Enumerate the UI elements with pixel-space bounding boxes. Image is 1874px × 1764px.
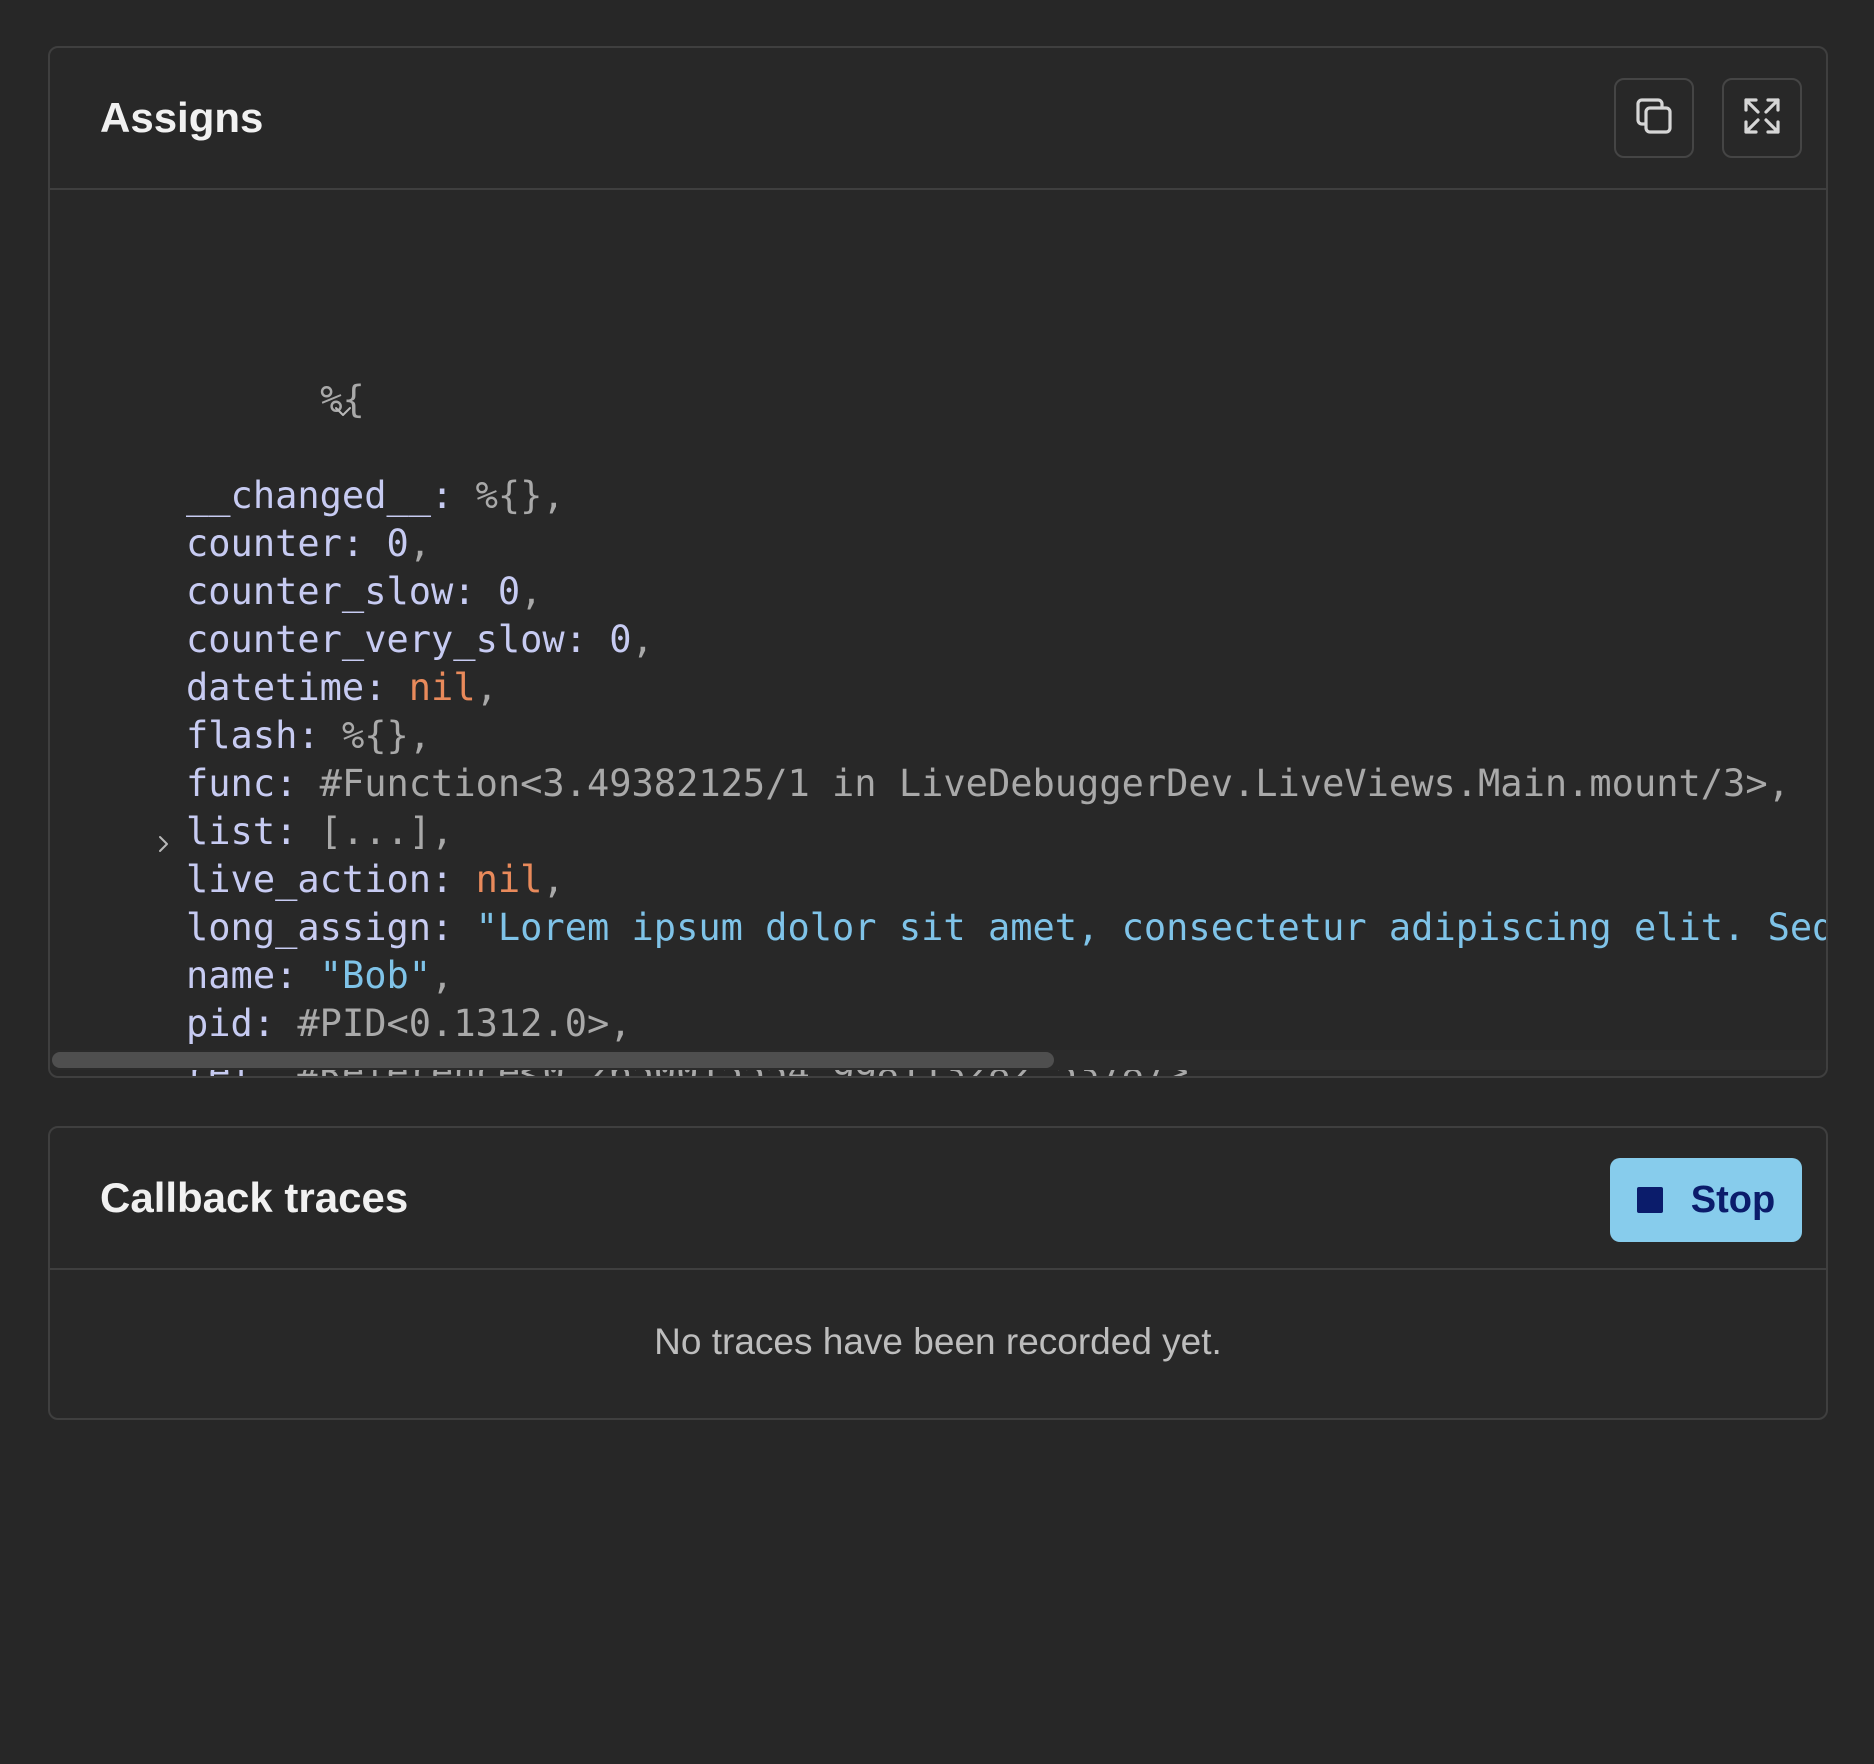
entry-key: name:: [186, 954, 298, 997]
entry-separator: ,: [1767, 762, 1790, 805]
stop-button-label: Stop: [1690, 1178, 1776, 1221]
entry-value: 0: [386, 522, 409, 565]
assigns-panel: Assigns %{__changed__: %{}, counter: 0,…: [48, 46, 1828, 1078]
entry-key: counter:: [186, 522, 365, 565]
code-entry-line: __changed__: %{},: [142, 472, 1826, 520]
entry-value: %{}: [341, 714, 409, 757]
entry-key: long_assign:: [186, 906, 454, 949]
assigns-title: Assigns: [100, 94, 264, 141]
fullscreen-button[interactable]: [1722, 78, 1802, 158]
entry-value: "Bob": [319, 954, 432, 997]
entry-separator: ,: [542, 474, 565, 517]
entry-separator: ,: [609, 1002, 632, 1045]
callback-traces-header: Callback traces Stop: [50, 1128, 1826, 1270]
entry-key: pid:: [186, 1002, 276, 1045]
expand-chevron-icon[interactable]: [152, 820, 176, 852]
entry-separator: ,: [431, 954, 454, 997]
copy-icon: [1630, 92, 1678, 145]
entry-key: live_action:: [186, 858, 454, 901]
code-entry-line: pid: #PID<0.1312.0>,: [142, 1000, 1826, 1048]
entry-separator: ,: [431, 810, 454, 853]
empty-traces-message: No traces have been recorded yet.: [654, 1321, 1222, 1362]
fullscreen-icon: [1738, 92, 1786, 145]
code-entry-line: counter: 0,: [142, 520, 1826, 568]
entry-key: list:: [186, 810, 298, 853]
entry-separator: ,: [631, 618, 654, 661]
code-entry-line: list: [...],: [142, 808, 1826, 856]
entry-key: counter_slow:: [186, 570, 476, 613]
entry-key: datetime:: [186, 666, 387, 709]
code-entry-line: counter_very_slow: 0,: [142, 616, 1826, 664]
entry-separator: ,: [475, 666, 498, 709]
entry-key: counter_very_slow:: [186, 618, 587, 661]
code-entry-line: flash: %{},: [142, 712, 1826, 760]
entry-value: nil: [408, 666, 476, 709]
code-entry-line: long_assign: "Lorem ipsum dolor sit amet…: [142, 904, 1828, 952]
code-entry-line: datetime: nil,: [142, 664, 1826, 712]
entry-key: flash:: [186, 714, 320, 757]
entry-separator: ,: [542, 858, 565, 901]
entry-key: func:: [186, 762, 298, 805]
code-entry-line: func: #Function<3.49382125/1 in LiveDebu…: [142, 760, 1826, 808]
assigns-code-area[interactable]: %{ __changed__: %{}, counter: 0, counter_s…: [50, 190, 1826, 1076]
entry-value: 0: [497, 570, 521, 613]
code-entry-line: live_action: nil,: [142, 856, 1826, 904]
entry-separator: ,: [408, 522, 432, 565]
entry-value: %{}: [475, 474, 543, 517]
entry-value: 0: [609, 618, 632, 661]
stop-button[interactable]: Stop: [1610, 1158, 1802, 1242]
entry-value: #Function<3.49382125/1 in LiveDebuggerDe…: [319, 762, 1768, 805]
entry-value: #PID<0.1312.0>: [297, 1002, 610, 1045]
entry-separator: ,: [520, 570, 543, 613]
code-entries: __changed__: %{}, counter: 0, counter_slow…: [142, 472, 1828, 1076]
code-entry-line: counter_slow: 0,: [142, 568, 1826, 616]
code-entry-line: name: "Bob",: [142, 952, 1826, 1000]
copy-button[interactable]: [1614, 78, 1694, 158]
assigns-header: Assigns: [50, 48, 1826, 190]
horizontal-scrollbar[interactable]: [50, 1050, 1826, 1070]
callback-traces-title: Callback traces: [100, 1174, 409, 1221]
collapse-chevron-icon[interactable]: [108, 340, 351, 416]
callback-traces-panel: Callback traces Stop No traces have been…: [48, 1126, 1828, 1420]
entry-separator: ,: [408, 714, 432, 757]
entry-value: "Lorem ipsum dolor sit amet, consectetur…: [475, 906, 1828, 949]
assigns-code: %{ __changed__: %{}, counter: 0, counter_s…: [142, 232, 1828, 1076]
entry-key: __changed__:: [186, 474, 454, 517]
horizontal-scrollbar-thumb[interactable]: [52, 1052, 1054, 1068]
stop-square-icon: [1636, 1187, 1663, 1213]
entry-value: [...]: [319, 810, 432, 853]
code-open-line: %{: [142, 328, 1826, 421]
entry-value: nil: [475, 858, 543, 901]
